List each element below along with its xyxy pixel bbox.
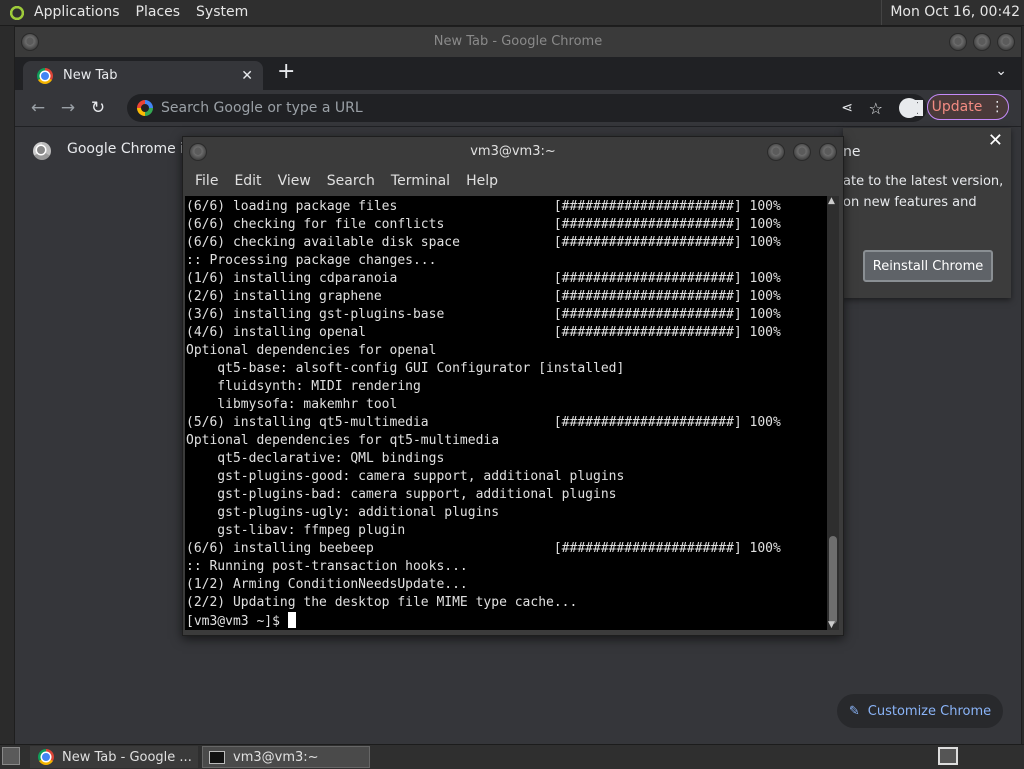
terminal-close-icon[interactable] <box>819 143 837 161</box>
terminal-line: :: Running post-transaction hooks... <box>186 559 468 574</box>
terminal-window-title: vm3@vm3:~ <box>470 144 556 159</box>
terminal-line: gst-plugins-good: camera support, additi… <box>186 469 625 484</box>
taskbar-terminal-label: vm3@vm3:~ <box>233 749 319 765</box>
popup-title-fragment: ne <box>843 144 861 160</box>
terminal-line: (6/6) checking available disk space [###… <box>186 235 781 250</box>
terminal-line: qt5-base: alsoft-config GUI Configurator… <box>186 361 625 376</box>
window-menu-icon[interactable] <box>21 33 39 51</box>
menu-view[interactable]: View <box>270 173 319 189</box>
omnibox[interactable]: Search Google or type a URL ⋖ ☆ <box>127 94 927 122</box>
taskbar-chrome-icon <box>38 749 54 765</box>
menu-edit[interactable]: Edit <box>226 173 269 189</box>
update-button[interactable]: Update ⋮ <box>927 94 1009 120</box>
profile-avatar-icon[interactable] <box>899 98 919 118</box>
menu-applications[interactable]: Applications <box>26 0 128 25</box>
taskbar-terminal-icon <box>209 750 225 764</box>
workspace-switcher[interactable] <box>938 747 958 765</box>
terminal-lines: (6/6) loading package files [###########… <box>185 196 827 630</box>
tab-title: New Tab <box>63 68 118 83</box>
terminal-minimize-icon[interactable] <box>767 143 785 161</box>
close-popup-icon[interactable]: ✕ <box>988 130 1003 151</box>
omnibox-placeholder[interactable]: Search Google or type a URL <box>161 100 363 116</box>
terminal-line: fluidsynth: MIDI rendering <box>186 379 421 394</box>
terminal-scrollbar[interactable]: ▲ ▼ <box>827 196 839 630</box>
chrome-logo-icon <box>33 142 51 160</box>
reinstall-chrome-button[interactable]: Reinstall Chrome <box>863 250 993 282</box>
terminal-titlebar[interactable]: vm3@vm3:~ <box>183 137 843 167</box>
terminal-line: (1/2) Arming ConditionNeedsUpdate... <box>186 577 468 592</box>
terminal-line: (4/6) installing openal [###############… <box>186 325 781 340</box>
close-window-icon[interactable] <box>997 33 1015 51</box>
menu-system[interactable]: System <box>188 0 256 25</box>
terminal-cursor <box>287 612 296 628</box>
terminal-window-menu-icon[interactable] <box>189 143 207 161</box>
popup-text-line-1: ate to the latest version, <box>843 174 1004 189</box>
scroll-down-arrow-icon[interactable]: ▼ <box>828 620 835 630</box>
terminal-line: (5/6) installing qt5-multimedia [#######… <box>186 415 781 430</box>
chrome-favicon-icon <box>37 67 53 84</box>
terminal-line: (6/6) loading package files [###########… <box>186 199 781 214</box>
distro-logo-icon[interactable] <box>8 3 26 22</box>
terminal-window: vm3@vm3:~ File Edit View Search Terminal… <box>182 136 844 636</box>
terminal-prompt: [vm3@vm3 ~]$ <box>186 614 288 629</box>
bottom-taskbar: New Tab - Google ... vm3@vm3:~ <box>0 744 1024 769</box>
infobar-text: Google Chrome isn <box>67 141 201 157</box>
maximize-icon[interactable] <box>973 33 991 51</box>
panel-clock[interactable]: Mon Oct 16, 00:42 <box>881 0 1020 25</box>
more-menu-icon[interactable]: ⋮ <box>990 99 1004 115</box>
minimize-icon[interactable] <box>949 33 967 51</box>
terminal-line: libmysofa: makemhr tool <box>186 397 398 412</box>
terminal-menubar: File Edit View Search Terminal Help <box>183 167 843 195</box>
popup-text-line-2: on new features and <box>843 195 977 210</box>
top-panel: Applications Places System Mon Oct 16, 0… <box>0 0 1024 26</box>
menu-help[interactable]: Help <box>458 173 506 189</box>
close-tab-icon[interactable]: ✕ <box>241 68 253 84</box>
forward-arrow-icon[interactable]: → <box>55 98 81 118</box>
reinstall-popup: ✕ ne ate to the latest version, on new f… <box>843 128 1011 298</box>
tab-search-chevron-icon[interactable]: ⌄ <box>995 63 1007 79</box>
terminal-line: :: Processing package changes... <box>186 253 437 268</box>
bookmark-star-icon[interactable]: ☆ <box>869 99 883 118</box>
terminal-line: (2/6) installing graphene [#############… <box>186 289 781 304</box>
back-arrow-icon[interactable]: ← <box>25 98 51 118</box>
terminal-line: (6/6) checking for file conflicts [#####… <box>186 217 781 232</box>
tab-new-tab[interactable]: New Tab ✕ <box>23 61 263 90</box>
terminal-line: qt5-declarative: QML bindings <box>186 451 445 466</box>
terminal-line: Optional dependencies for qt5-multimedia <box>186 433 500 448</box>
chrome-toolbar: ← → ↻ Search Google or type a URL ⋖ ☆ Up… <box>15 90 1021 126</box>
terminal-line: (6/6) installing beebeep [##############… <box>186 541 781 556</box>
terminal-maximize-icon[interactable] <box>793 143 811 161</box>
menu-places[interactable]: Places <box>128 0 189 25</box>
terminal-line: gst-plugins-ugly: additional plugins <box>186 505 500 520</box>
new-tab-plus-icon[interactable]: + <box>277 59 295 84</box>
pencil-icon: ✎ <box>848 703 860 719</box>
share-icon[interactable]: ⋖ <box>841 100 853 116</box>
google-g-icon <box>137 100 153 116</box>
terminal-output[interactable]: (6/6) loading package files [###########… <box>185 196 827 630</box>
tab-strip: New Tab ✕ + ⌄ <box>15 57 1021 90</box>
customize-chrome-button[interactable]: ✎ Customize Chrome <box>837 694 1003 728</box>
terminal-line: gst-plugins-bad: camera support, additio… <box>186 487 617 502</box>
terminal-line: (2/2) Updating the desktop file MIME typ… <box>186 595 578 610</box>
taskbar-chrome-label: New Tab - Google ... <box>62 749 192 765</box>
scrollbar-thumb[interactable] <box>829 536 837 624</box>
terminal-line: (1/6) installing cdparanoia [###########… <box>186 271 781 286</box>
show-desktop-icon[interactable] <box>2 747 20 765</box>
chrome-titlebar[interactable]: New Tab - Google Chrome <box>15 27 1021 57</box>
chrome-window-title: New Tab - Google Chrome <box>433 34 603 49</box>
menu-terminal[interactable]: Terminal <box>383 173 458 189</box>
menu-search[interactable]: Search <box>319 173 383 189</box>
terminal-line: gst-libav: ffmpeg plugin <box>186 523 406 538</box>
scroll-up-arrow-icon[interactable]: ▲ <box>828 196 835 206</box>
menu-file[interactable]: File <box>187 173 226 189</box>
taskbar-item-chrome[interactable]: New Tab - Google ... <box>30 746 198 768</box>
terminal-line: Optional dependencies for openal <box>186 343 437 358</box>
terminal-prompt-line[interactable]: [vm3@vm3 ~]$ <box>186 612 827 630</box>
reload-icon[interactable]: ↻ <box>85 98 111 118</box>
customize-chrome-label: Customize Chrome <box>867 703 992 719</box>
update-label: Update <box>931 99 983 115</box>
taskbar-item-terminal[interactable]: vm3@vm3:~ <box>202 746 370 768</box>
terminal-line: (3/6) installing gst-plugins-base [#####… <box>186 307 781 322</box>
